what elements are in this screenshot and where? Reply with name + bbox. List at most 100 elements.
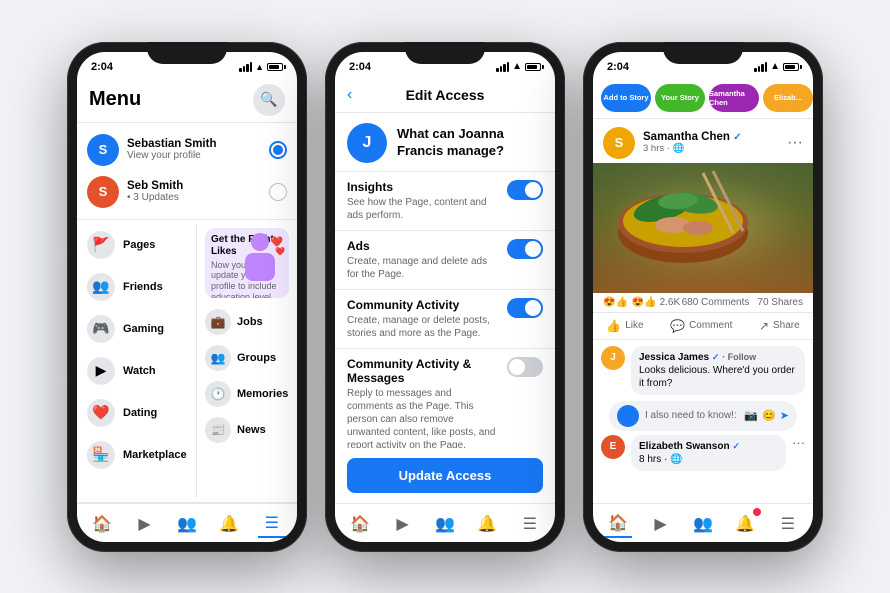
notch-3: [663, 42, 743, 64]
share-icon: ↗: [759, 319, 769, 333]
like-button[interactable]: 👍 Like: [598, 315, 651, 337]
radio-selected: [269, 141, 287, 159]
access-label-messages: Community Activity & Messages: [347, 357, 499, 385]
comment-input-field[interactable]: I also need to know!:: [645, 410, 738, 421]
like-label: Like: [625, 320, 643, 331]
side-item-jobs[interactable]: 💼 Jobs: [205, 304, 289, 340]
menu-header: Menu 🔍: [77, 78, 297, 123]
elizabeth-more-button[interactable]: ···: [792, 435, 805, 471]
nav-bell-1[interactable]: 🔔: [215, 510, 243, 538]
story-samantha[interactable]: Samantha Chen: [709, 84, 759, 112]
phone-3: 2:04 ▲ Add to Story Your Story: [583, 42, 823, 552]
menu-item-gaming[interactable]: 🎮 Gaming: [77, 308, 196, 350]
side-item-memories[interactable]: 🕐 Memories: [205, 376, 289, 412]
access-label-insights: Insights: [347, 180, 499, 194]
jessica-follow[interactable]: · Follow: [722, 352, 756, 362]
emoji-icon[interactable]: 😊: [762, 409, 776, 422]
time-3: 2:04: [607, 61, 629, 73]
menu-item-friends[interactable]: 👥 Friends: [77, 266, 196, 308]
nav-watch-2[interactable]: ▶: [389, 510, 417, 538]
toggle-messages[interactable]: [507, 357, 543, 377]
menu-label-gaming: Gaming: [123, 323, 164, 335]
jessica-comment-text: Looks delicious. Where'd you order it fr…: [639, 364, 797, 390]
like-icon: 👍: [606, 319, 621, 333]
toggle-insights[interactable]: [507, 180, 543, 200]
side-item-groups[interactable]: 👥 Groups: [205, 340, 289, 376]
who-question: What can Joanna Francis manage?: [397, 126, 543, 160]
jessica-verified: ✓: [712, 352, 720, 362]
nav-menu-3[interactable]: ☰: [774, 510, 802, 538]
toggle-ads[interactable]: [507, 239, 543, 259]
post-more-button[interactable]: ···: [787, 134, 803, 152]
comment-input-avatar: [617, 405, 639, 427]
comment-button[interactable]: 💬 Comment: [662, 315, 740, 337]
side-item-news[interactable]: 📰 News: [205, 412, 289, 448]
notch-2: [405, 42, 485, 64]
nav-friends-2[interactable]: 👥: [431, 510, 459, 538]
share-label: Share: [773, 320, 800, 331]
nav-bell-3[interactable]: 🔔: [731, 510, 759, 538]
elizabeth-meta: 8 hrs · 🌐: [639, 453, 778, 466]
menu-item-marketplace[interactable]: 🏪 Marketplace: [77, 434, 196, 476]
who-section: J What can Joanna Francis manage?: [335, 113, 555, 172]
nav-menu-1[interactable]: ☰: [258, 510, 286, 538]
update-access-button[interactable]: Update Access: [347, 458, 543, 493]
wifi-icon: ▲: [255, 62, 264, 72]
post-header: S Samantha Chen ✓ 3 hrs · 🌐 ···: [593, 119, 813, 163]
menu-item-watch[interactable]: ▶ Watch: [77, 350, 196, 392]
promo-illustration: ❤️ ❤️: [235, 228, 285, 298]
access-item-community: Community Activity Create, manage or del…: [335, 290, 555, 349]
promo-card[interactable]: Get the Right Likes Now you can update y…: [205, 228, 289, 298]
radio-unselected: [269, 183, 287, 201]
who-avatar: J: [347, 123, 387, 163]
nav-home-1[interactable]: 🏠: [88, 510, 116, 538]
nav-watch-3[interactable]: ▶: [647, 510, 675, 538]
elizabeth-avatar: E: [601, 435, 625, 459]
profile-item-1[interactable]: S Sebastian Smith View your profile: [87, 129, 287, 171]
post-meta: 3 hrs · 🌐: [643, 143, 742, 154]
phone-1: 2:04 ▲ Menu 🔍 S: [67, 42, 307, 552]
wifi-icon-2: ▲: [512, 61, 522, 72]
nav-home-3[interactable]: 🏠: [604, 510, 632, 538]
reaction-count: 😍👍 2.6K: [632, 297, 680, 308]
nav-watch-1[interactable]: ▶: [131, 510, 159, 538]
nav-bell-2[interactable]: 🔔: [473, 510, 501, 538]
profile-item-2[interactable]: S Seb Smith • 3 Updates: [87, 171, 287, 213]
back-button[interactable]: ‹: [347, 86, 371, 104]
side-label-memories: Memories: [237, 388, 288, 400]
nav-menu-2[interactable]: ☰: [516, 510, 544, 538]
comment-jessica: J Jessica James ✓ · Follow Looks delicio…: [601, 346, 805, 395]
edit-access-header: ‹ Edit Access: [335, 78, 555, 113]
signal-icon: [239, 62, 252, 72]
battery-icon: [267, 63, 283, 71]
time-2: 2:04: [349, 61, 371, 73]
menu-label-pages: Pages: [123, 239, 155, 251]
story-add[interactable]: Add to Story: [601, 84, 651, 112]
screen-3: 2:04 ▲ Add to Story Your Story: [593, 52, 813, 542]
menu-item-dating[interactable]: ❤️ Dating: [77, 392, 196, 434]
bottom-nav-1: 🏠 ▶ 👥 🔔 ☰: [77, 503, 297, 542]
send-icon[interactable]: ➤: [780, 409, 789, 422]
menu-item-pages[interactable]: 🚩 Pages: [77, 224, 196, 266]
comment-input-icons: 📷 😊 ➤: [744, 409, 789, 422]
post-image: [593, 163, 813, 293]
share-button[interactable]: ↗ Share: [751, 315, 808, 337]
side-label-groups: Groups: [237, 352, 276, 364]
time-1: 2:04: [91, 61, 113, 73]
comment-input-row[interactable]: I also need to know!: 📷 😊 ➤: [609, 401, 797, 431]
jessica-name: Jessica James: [639, 352, 709, 363]
nav-friends-1[interactable]: 👥: [173, 510, 201, 538]
story-elizabeth[interactable]: Elizab...: [763, 84, 813, 112]
search-button[interactable]: 🔍: [253, 84, 285, 116]
food-bowl: [593, 163, 813, 293]
profile-sub-2: • 3 Updates: [127, 192, 261, 203]
nav-home-2[interactable]: 🏠: [346, 510, 374, 538]
comment-elizabeth: E Elizabeth Swanson ✓ 8 hrs · 🌐 ···: [601, 435, 805, 471]
comment-count: 680 Comments: [682, 297, 750, 308]
nav-friends-3[interactable]: 👥: [689, 510, 717, 538]
toggle-community[interactable]: [507, 298, 543, 318]
wifi-icon-3: ▲: [770, 61, 780, 72]
avatar-seb: S: [87, 176, 119, 208]
camera-icon[interactable]: 📷: [744, 409, 758, 422]
story-your[interactable]: Your Story: [655, 84, 705, 112]
